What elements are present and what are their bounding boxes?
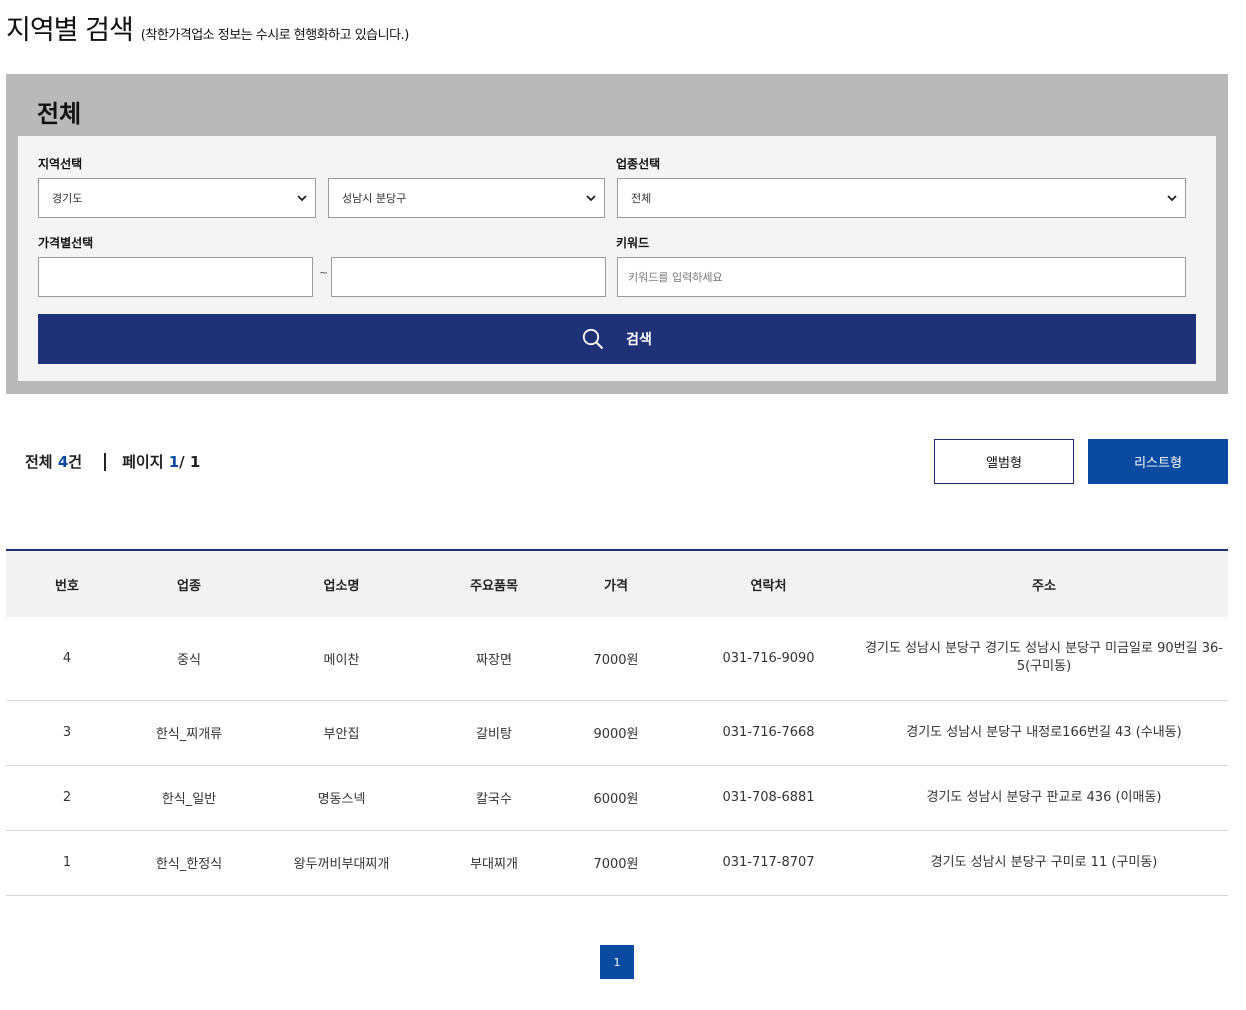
price-label: 가격별선택 xyxy=(38,236,94,250)
category-value: 전체 xyxy=(631,192,652,205)
cell-number: 4 xyxy=(6,617,128,701)
region-city-value: 성남시 분당구 xyxy=(342,192,407,205)
total-unit: 건 xyxy=(68,453,83,471)
cell-category: 한식_한정식 xyxy=(128,830,250,896)
total-label: 전체 xyxy=(25,453,53,471)
cell-main-item: 짜장면 xyxy=(433,617,555,701)
cell-price: 7000원 xyxy=(555,617,677,701)
cell-address: 경기도 성남시 분당구 경기도 성남시 분당구 미금일로 90번길 36-5(구… xyxy=(860,617,1228,701)
cell-store-name[interactable]: 메이찬 xyxy=(250,617,433,701)
price-separator: ~ xyxy=(319,266,329,279)
cell-contact: 031-716-7668 xyxy=(677,700,860,766)
cell-address: 경기도 성남시 분당구 내정로166번길 43 (수내동) xyxy=(860,700,1228,766)
cell-number: 1 xyxy=(6,830,128,896)
col-header-price: 가격 xyxy=(604,578,628,594)
table-row[interactable]: 3 한식_찌개류 부안집 갈비탕 9000원 031-716-7668 경기도 … xyxy=(6,700,1228,766)
keyword-input[interactable]: 키워드를 입력하세요 xyxy=(617,257,1186,297)
summary-divider xyxy=(104,452,107,471)
cell-main-item: 갈비탕 xyxy=(433,700,555,766)
region-province-select[interactable]: 경기도 xyxy=(38,178,316,218)
search-icon xyxy=(582,328,604,350)
category-label: 업종선택 xyxy=(616,157,661,171)
result-table: 번호 업종 업소명 주요품목 가격 연락처 주소 4 중식 메이찬 짜장면 70… xyxy=(6,549,1228,896)
cell-contact: 031-708-6881 xyxy=(677,765,860,831)
search-button[interactable]: 검색 xyxy=(38,314,1196,364)
table-row[interactable]: 2 한식_일반 명동스넥 칼국수 6000원 031-708-6881 경기도 … xyxy=(6,765,1228,831)
pagination-page-1[interactable]: 1 xyxy=(600,945,634,979)
table-row[interactable]: 4 중식 메이찬 짜장면 7000원 031-716-9090 경기도 성남시 … xyxy=(6,617,1228,701)
col-header-address: 주소 xyxy=(1032,578,1056,594)
chevron-down-icon xyxy=(295,191,309,205)
col-header-store-name: 업소명 xyxy=(323,578,360,594)
col-header-category: 업종 xyxy=(177,578,201,594)
cell-category: 중식 xyxy=(128,617,250,701)
table-header-row: 번호 업종 업소명 주요품목 가격 연락처 주소 xyxy=(6,550,1228,617)
cell-number: 2 xyxy=(6,765,128,831)
cell-store-name[interactable]: 부안집 xyxy=(250,700,433,766)
page-header: 지역별 검색 (착한가격업소 정보는 수시로 현행화하고 있습니다.) xyxy=(6,8,409,47)
price-min-input[interactable] xyxy=(38,257,313,297)
total-count: 4 xyxy=(57,452,69,471)
cell-store-name[interactable]: 명동스넥 xyxy=(250,765,433,831)
page-total: / 1 xyxy=(179,452,201,471)
col-header-number: 번호 xyxy=(55,578,79,594)
cell-address: 경기도 성남시 분당구 구미로 11 (구미동) xyxy=(860,830,1228,896)
cell-store-name[interactable]: 왕두꺼비부대찌개 xyxy=(250,830,433,896)
cell-price: 9000원 xyxy=(555,700,677,766)
cell-contact: 031-717-8707 xyxy=(677,830,860,896)
list-view-button[interactable]: 리스트형 xyxy=(1088,439,1228,484)
keyword-placeholder: 키워드를 입력하세요 xyxy=(628,271,723,284)
page-subtitle: (착한가격업소 정보는 수시로 현행화하고 있습니다.) xyxy=(140,28,409,43)
cell-main-item: 칼국수 xyxy=(433,765,555,831)
col-header-main-item: 주요품목 xyxy=(470,578,518,594)
cell-main-item: 부대찌개 xyxy=(433,830,555,896)
price-max-input[interactable] xyxy=(331,257,606,297)
result-summary: 전체 4건 페이지 1/ 1 xyxy=(25,451,200,472)
cell-address: 경기도 성남시 분당구 판교로 436 (이매동) xyxy=(860,765,1228,831)
table-row[interactable]: 1 한식_한정식 왕두꺼비부대찌개 부대찌개 7000원 031-717-870… xyxy=(6,830,1228,896)
album-view-button[interactable]: 앨범형 xyxy=(934,439,1074,484)
cell-contact: 031-716-9090 xyxy=(677,617,860,701)
region-city-select[interactable]: 성남시 분당구 xyxy=(328,178,605,218)
cell-category: 한식_일반 xyxy=(128,765,250,831)
panel-title: 전체 xyxy=(37,100,82,128)
cell-price: 6000원 xyxy=(555,765,677,831)
chevron-down-icon xyxy=(1165,191,1179,205)
keyword-label: 키워드 xyxy=(616,236,650,250)
cell-price: 7000원 xyxy=(555,830,677,896)
col-header-contact: 연락처 xyxy=(750,578,787,594)
page-title: 지역별 검색 xyxy=(6,15,134,46)
search-panel: 전체 지역선택 경기도 성남시 분당구 업종선택 전체 가격별선택 ~ 키워드 … xyxy=(6,74,1228,394)
region-label: 지역선택 xyxy=(38,157,83,171)
chevron-down-icon xyxy=(584,191,598,205)
page-current: 1 xyxy=(168,452,180,471)
search-form: 지역선택 경기도 성남시 분당구 업종선택 전체 가격별선택 ~ 키워드 키워드… xyxy=(18,136,1216,381)
cell-category: 한식_찌개류 xyxy=(128,700,250,766)
search-button-label: 검색 xyxy=(626,332,652,348)
region-province-value: 경기도 xyxy=(52,192,83,205)
category-select[interactable]: 전체 xyxy=(617,178,1186,218)
page-label: 페이지 xyxy=(122,453,164,471)
cell-number: 3 xyxy=(6,700,128,766)
